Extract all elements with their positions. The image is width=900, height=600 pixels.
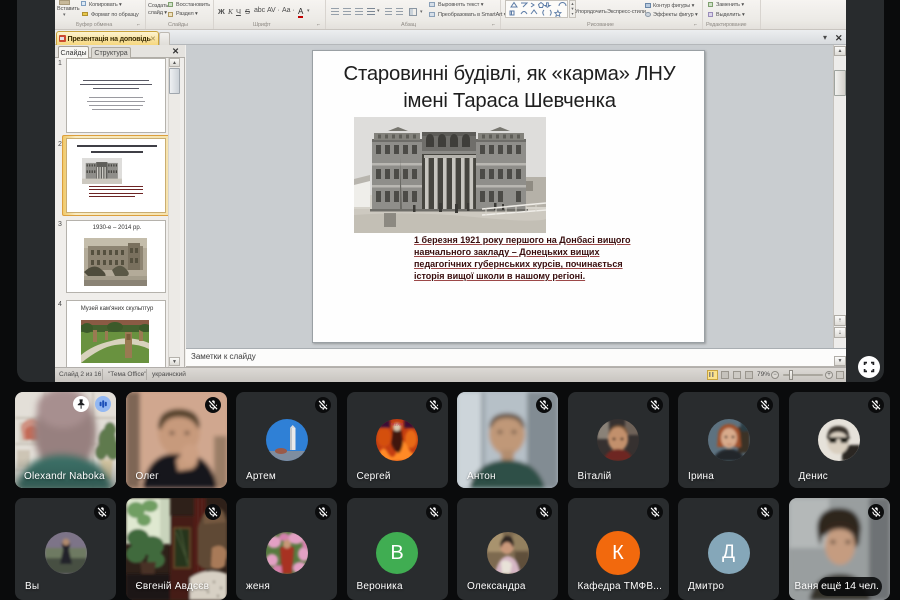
svg-text:M1998: M1998 bbox=[391, 422, 404, 427]
